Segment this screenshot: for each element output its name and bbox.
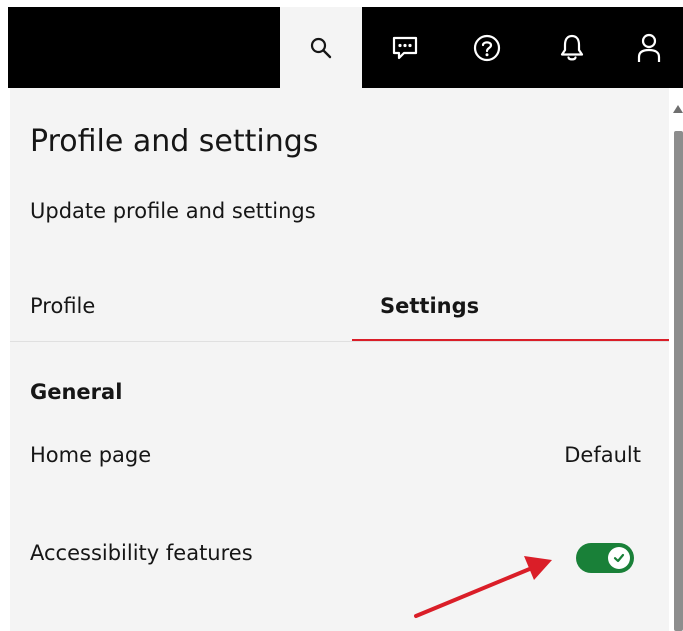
notification-bell-icon: [560, 34, 584, 60]
search-button[interactable]: [280, 7, 362, 88]
panel-title: Profile and settings: [30, 124, 319, 159]
general-section-heading: General: [30, 380, 123, 404]
accessibility-toggle[interactable]: [576, 543, 634, 573]
panel-subtitle: Update profile and settings: [30, 199, 316, 223]
chat-button[interactable]: [370, 7, 440, 88]
notifications-button[interactable]: [537, 7, 607, 88]
tabs-divider: [10, 341, 669, 342]
home-page-value[interactable]: Default: [564, 443, 641, 467]
accessibility-features-label: Accessibility features: [30, 541, 253, 565]
annotation-arrow-icon: [414, 556, 552, 618]
checkmark-icon: [613, 553, 625, 563]
scrollbar-thumb[interactable]: [674, 131, 683, 631]
search-icon: [310, 37, 332, 58]
help-icon: [473, 34, 501, 61]
app-root: Profile and settings Update profile and …: [0, 0, 683, 631]
scroll-up-arrow-icon[interactable]: [673, 105, 683, 113]
home-page-label: Home page: [30, 443, 152, 467]
tab-settings-label: Settings: [380, 294, 480, 318]
user-profile-button[interactable]: [622, 7, 683, 88]
user-icon: [637, 33, 661, 62]
profile-settings-panel: Profile and settings Update profile and …: [10, 88, 669, 631]
panel-scrollbar[interactable]: [672, 95, 683, 631]
tab-profile-label: Profile: [30, 294, 96, 318]
chat-icon: [392, 36, 418, 59]
top-header-bar: [8, 7, 683, 88]
settings-tabs: Profile Settings: [10, 278, 669, 342]
tab-settings[interactable]: Settings: [352, 278, 669, 342]
toggle-knob: [608, 547, 630, 569]
help-button[interactable]: [452, 7, 522, 88]
tab-profile[interactable]: Profile: [10, 278, 352, 342]
